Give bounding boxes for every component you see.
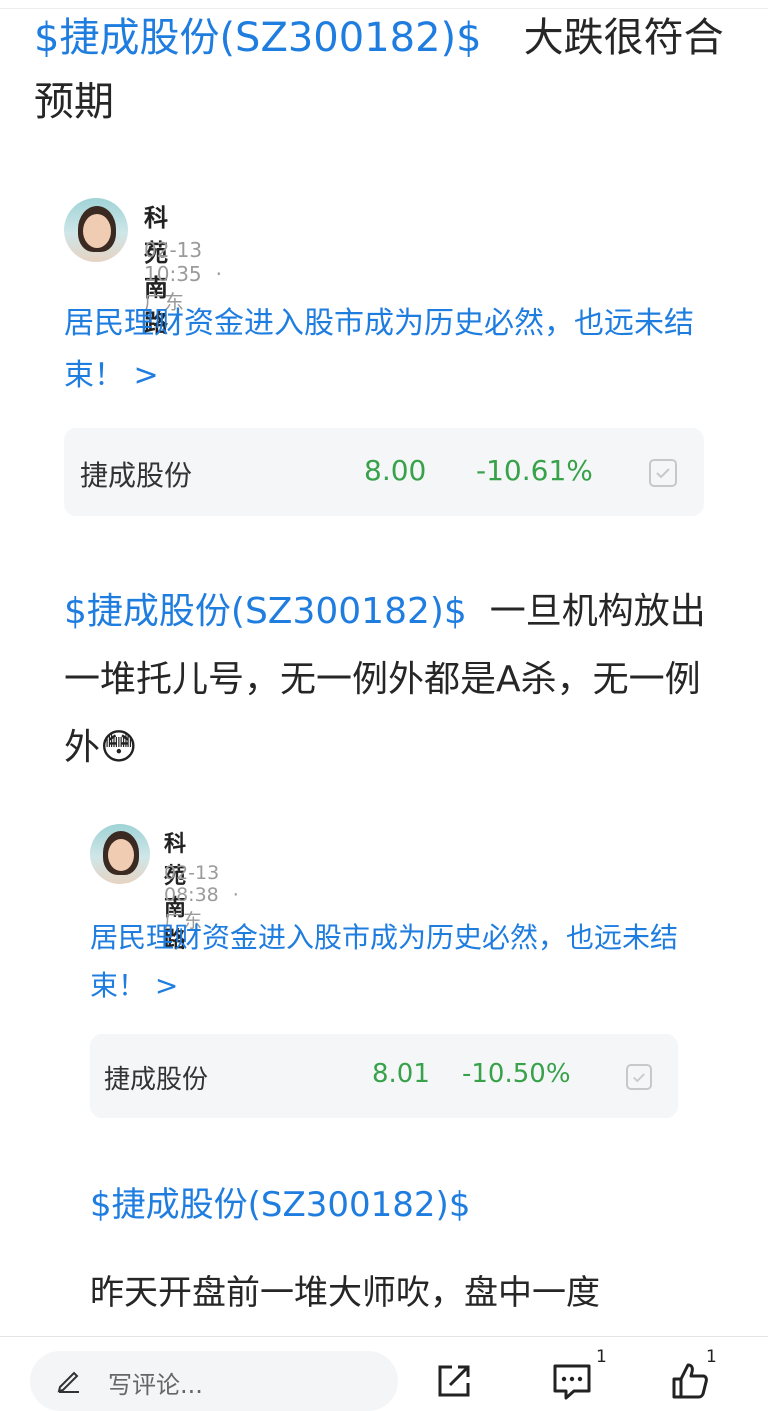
checkbox-icon[interactable] xyxy=(626,1064,652,1090)
comment-count: 1 xyxy=(596,1347,607,1367)
comment-input[interactable]: 写评论... xyxy=(30,1351,398,1411)
stock-change: -10.50% xyxy=(462,1059,571,1089)
avatar[interactable] xyxy=(90,824,150,884)
post-time: 02-13 10:35 xyxy=(144,238,203,286)
stock-name: 捷成股份 xyxy=(104,1065,209,1095)
avatar[interactable] xyxy=(64,198,128,262)
stock-change: -10.61% xyxy=(476,454,593,487)
stock-price: 8.01 xyxy=(372,1059,430,1089)
main-post-text: $捷成股份(SZ300182)$ 大跌很符合预期 xyxy=(34,6,744,134)
pencil-icon xyxy=(56,1365,82,1397)
post-time: 02-13 08:38 xyxy=(164,862,220,906)
checkbox-icon[interactable] xyxy=(649,459,677,487)
comment-icon[interactable] xyxy=(552,1363,592,1405)
comment-placeholder: 写评论... xyxy=(108,1371,203,1399)
article-headline-link[interactable]: 居民理财资金进入股市成为历史必然，也远未结束！ > xyxy=(64,298,714,402)
quoted-post-text: $捷成股份(SZ300182)$ 一旦机构放出一堆托儿号，无一例外都是A杀，无一… xyxy=(64,578,714,782)
bottom-action-bar: 写评论... 1 1 xyxy=(0,1336,768,1411)
stock-name: 捷成股份 xyxy=(80,459,193,492)
article-headline-link[interactable]: 居民理财资金进入股市成为历史必然，也远未结束！ > xyxy=(90,914,690,1010)
stock-price: 8.00 xyxy=(364,454,427,487)
flushed-face-emoji: 😳 xyxy=(100,727,138,768)
quoted-stock-tag[interactable]: $捷成股份(SZ300182)$ xyxy=(90,1178,470,1232)
share-icon[interactable] xyxy=(436,1363,472,1403)
thumbs-up-icon[interactable] xyxy=(670,1361,710,1405)
main-post-stock-tag[interactable]: $捷成股份(SZ300182)$ xyxy=(34,15,482,61)
stock-card[interactable]: 捷成股份 8.01 -10.50% xyxy=(90,1034,678,1118)
quoted-body: 昨天开盘前一堆大师吹，盘中一度 xyxy=(90,1273,600,1313)
quoted-stock-tag[interactable]: $捷成股份(SZ300182)$ xyxy=(64,591,467,632)
stock-card[interactable]: 捷成股份 8.00 -10.61% xyxy=(64,428,704,516)
like-count: 1 xyxy=(706,1347,717,1367)
